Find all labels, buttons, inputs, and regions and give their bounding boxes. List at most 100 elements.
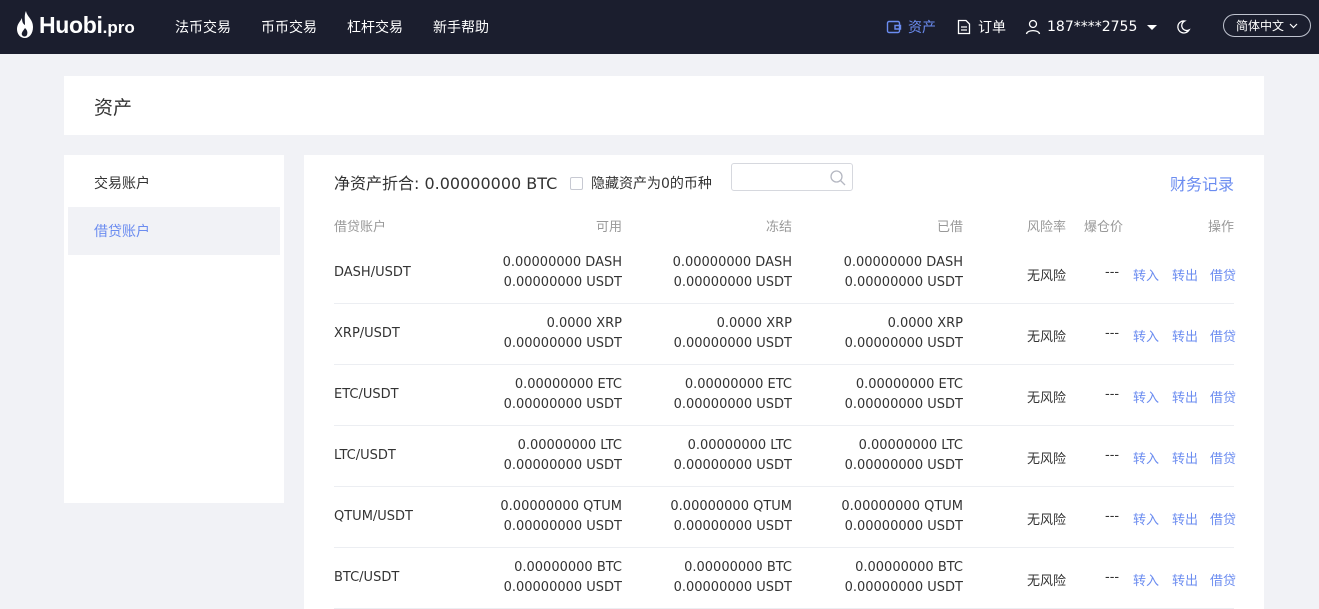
flame-icon (17, 11, 33, 38)
available-cell: 0.00000000 LTC 0.00000000 USDT (504, 436, 622, 476)
borrowed-base: 0.00000000 LTC (858, 438, 963, 453)
borrowed-base: 0.00000000 DASH (843, 255, 963, 270)
borrow-button[interactable]: 借贷 (1210, 387, 1236, 406)
logo[interactable]: Huobi .pro (14, 8, 135, 42)
available-quote: 0.00000000 USDT (503, 336, 622, 351)
chevron-down-icon (1289, 23, 1298, 28)
borrowed-cell: 0.00000000 BTC 0.00000000 USDT (845, 558, 963, 598)
available-base: 0.0000 XRP (546, 316, 622, 331)
nav-assets[interactable]: 资产 (886, 0, 936, 54)
sidebar: 交易账户 借贷账户 (64, 155, 284, 503)
page-title: 资产 (94, 97, 133, 119)
risk-rate: 无风险 (1027, 330, 1067, 345)
wallet-icon (886, 20, 902, 34)
nav-assets-label: 资产 (908, 20, 936, 36)
available-base: 0.00000000 LTC (517, 438, 622, 453)
user-icon (1025, 19, 1041, 35)
frozen-base: 0.00000000 ETC (684, 377, 792, 392)
risk-rate: 无风险 (1027, 574, 1067, 589)
borrowed-quote: 0.00000000 USDT (844, 336, 963, 351)
transfer-in-button[interactable]: 转入 (1133, 265, 1159, 284)
frozen-quote: 0.00000000 USDT (673, 397, 792, 412)
financial-records-link[interactable]: 财务记录 (1170, 171, 1234, 195)
available-base: 0.00000000 BTC (514, 560, 622, 575)
brand-suffix: .pro (102, 17, 135, 37)
available-quote: 0.00000000 USDT (503, 458, 622, 473)
theme-toggle[interactable] (1175, 0, 1197, 54)
transfer-in-button[interactable]: 转入 (1133, 570, 1159, 589)
brand-name: Huobi (39, 11, 103, 38)
col-header-actions: 操作 (1207, 220, 1234, 235)
sidebar-item-margin-account[interactable]: 借贷账户 (68, 207, 280, 255)
hide-zero-label: 隐藏资产为0的币种 (591, 176, 712, 192)
risk-rate: 无风险 (1027, 452, 1067, 467)
table-row: BTC/USDT 0.00000000 BTC 0.00000000 USDT 0.0… (334, 548, 1236, 609)
transfer-out-button[interactable]: 转出 (1172, 448, 1198, 467)
transfer-out-button[interactable]: 转出 (1172, 326, 1198, 345)
nav-margin-trading[interactable]: 杠杆交易 (347, 17, 403, 37)
sidebar-item-label: 交易账户 (94, 176, 150, 192)
frozen-cell: 0.00000000 DASH 0.00000000 USDT (673, 253, 792, 293)
nav-fiat-trading[interactable]: 法币交易 (175, 17, 231, 37)
risk-rate: 无风险 (1027, 269, 1067, 284)
borrowed-quote: 0.00000000 USDT (844, 458, 963, 473)
language-label: 简体中文 (1235, 19, 1284, 33)
borrow-button[interactable]: 借贷 (1210, 448, 1236, 467)
borrowed-cell: 0.00000000 ETC 0.00000000 USDT (845, 375, 963, 415)
available-quote: 0.00000000 USDT (503, 397, 622, 412)
borrow-button[interactable]: 借贷 (1210, 570, 1236, 589)
borrowed-quote: 0.00000000 USDT (844, 275, 963, 290)
pair-name: BTC/USDT (334, 570, 400, 585)
available-cell: 0.00000000 ETC 0.00000000 USDT (504, 375, 622, 415)
pair-name: QTUM/USDT (334, 509, 414, 524)
transfer-in-button[interactable]: 转入 (1133, 387, 1159, 406)
user-menu[interactable]: 187****2755 (1025, 0, 1158, 54)
table-row: ETC/USDT 0.00000000 ETC 0.00000000 USDT 0.0… (334, 365, 1236, 426)
borrowed-base: 0.00000000 ETC (855, 377, 963, 392)
available-cell: 0.0000 XRP 0.00000000 USDT (504, 314, 622, 354)
hide-zero-toggle[interactable]: 隐藏资产为0的币种 (570, 173, 712, 193)
col-header-liquidation: 爆仓价 (1084, 220, 1124, 235)
transfer-in-button[interactable]: 转入 (1133, 448, 1159, 467)
frozen-cell: 0.00000000 LTC 0.00000000 USDT (674, 436, 792, 476)
top-navbar: Huobi .pro 法币交易 币币交易 杠杆交易 新手帮助 资产 订单 187… (0, 0, 1319, 54)
transfer-in-button[interactable]: 转入 (1133, 326, 1159, 345)
transfer-out-button[interactable]: 转出 (1172, 570, 1198, 589)
user-phone: 187****2755 (1047, 19, 1138, 35)
liquidation-price: --- (1105, 570, 1120, 585)
borrow-button[interactable]: 借贷 (1210, 326, 1236, 345)
risk-rate: 无风险 (1027, 391, 1067, 406)
liquidation-price: --- (1105, 265, 1120, 280)
borrowed-cell: 0.00000000 DASH 0.00000000 USDT (844, 253, 963, 293)
available-quote: 0.00000000 USDT (503, 519, 622, 534)
search-icon (830, 170, 846, 186)
sidebar-item-trading-account[interactable]: 交易账户 (68, 159, 280, 207)
caret-down-icon (1147, 24, 1158, 30)
borrow-button[interactable]: 借贷 (1210, 265, 1236, 284)
nav-help[interactable]: 新手帮助 (433, 17, 489, 37)
nav-spot-trading[interactable]: 币币交易 (261, 17, 317, 37)
pair-name: LTC/USDT (334, 448, 396, 463)
borrowed-base: 0.00000000 BTC (855, 560, 963, 575)
frozen-quote: 0.00000000 USDT (673, 458, 792, 473)
available-cell: 0.00000000 BTC 0.00000000 USDT (504, 558, 622, 598)
frozen-quote: 0.00000000 USDT (673, 275, 792, 290)
nav-orders[interactable]: 订单 (956, 0, 1006, 54)
search-input[interactable] (731, 163, 853, 191)
available-quote: 0.00000000 USDT (503, 275, 622, 290)
transfer-out-button[interactable]: 转出 (1172, 387, 1198, 406)
available-base: 0.00000000 DASH (502, 255, 622, 270)
language-selector[interactable]: 简体中文 (1223, 14, 1311, 37)
risk-rate: 无风险 (1027, 513, 1067, 528)
hide-zero-checkbox[interactable] (570, 176, 583, 190)
sidebar-item-label: 借贷账户 (94, 224, 150, 240)
table-row: XRP/USDT 0.0000 XRP 0.00000000 USDT 0.0000 … (334, 304, 1236, 365)
borrow-button[interactable]: 借贷 (1210, 509, 1236, 528)
available-quote: 0.00000000 USDT (503, 580, 622, 595)
transfer-in-button[interactable]: 转入 (1133, 509, 1159, 528)
page-title-card: 资产 (64, 76, 1264, 135)
transfer-out-button[interactable]: 转出 (1172, 265, 1198, 284)
liquidation-price: --- (1105, 509, 1120, 524)
col-header-available: 可用 (595, 220, 622, 235)
transfer-out-button[interactable]: 转出 (1172, 509, 1198, 528)
